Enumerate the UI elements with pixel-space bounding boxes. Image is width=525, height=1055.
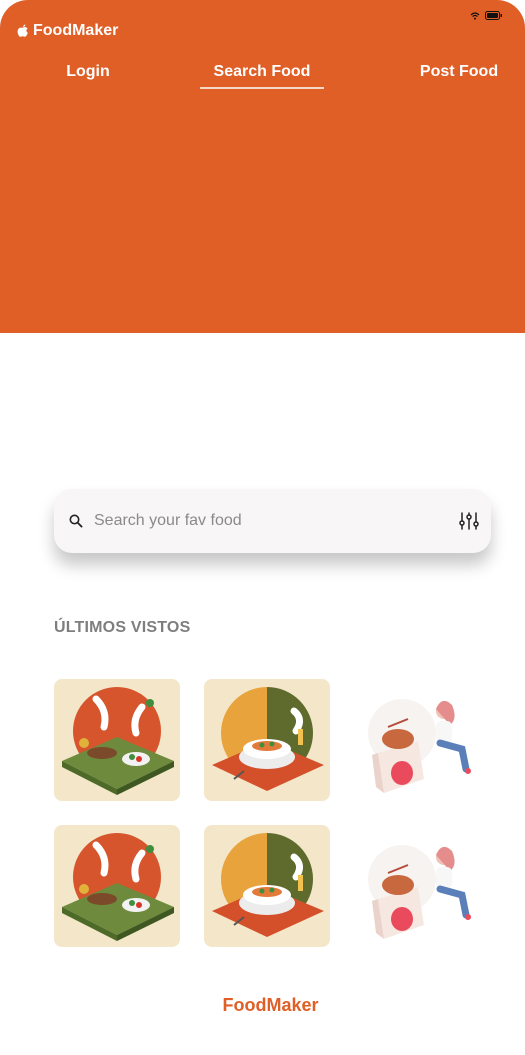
recent-item-cooking-salad[interactable] xyxy=(54,679,180,801)
noodle-girl-illustration-icon xyxy=(368,699,471,793)
search-bar xyxy=(54,489,491,553)
apple-logo-icon xyxy=(17,24,28,37)
cooking-salad-illustration-icon xyxy=(62,687,174,795)
plated-meal-illustration-icon xyxy=(212,833,324,937)
status-bar xyxy=(470,11,503,20)
filter-sliders-icon[interactable] xyxy=(459,512,479,530)
search-icon xyxy=(69,514,83,528)
app-brand: FoodMaker xyxy=(17,22,118,40)
wifi-icon xyxy=(470,11,480,20)
recently-viewed-title: ÚLTIMOS VISTOS xyxy=(54,619,191,636)
nav-tab-post-food[interactable]: Post Food xyxy=(413,63,505,81)
nav-tab-login[interactable]: Login xyxy=(55,63,121,81)
plated-meal-illustration-icon xyxy=(212,687,324,791)
recent-item-plated-meal[interactable] xyxy=(204,679,330,801)
header-banner: FoodMaker Login Search Food Post Food xyxy=(0,0,525,333)
nav-tab-search-food[interactable]: Search Food xyxy=(200,63,324,89)
top-nav: Login Search Food Post Food xyxy=(0,63,525,93)
app-title: FoodMaker xyxy=(33,22,119,39)
footer-brand: FoodMaker xyxy=(222,995,319,1015)
battery-icon xyxy=(485,11,502,20)
search-input[interactable] xyxy=(94,507,444,535)
noodle-girl-illustration-icon xyxy=(368,845,471,939)
recent-item-noodle-girl[interactable] xyxy=(354,825,480,947)
recent-item-plated-meal[interactable] xyxy=(204,825,330,947)
cooking-salad-illustration-icon xyxy=(62,833,174,941)
recent-item-noodle-girl[interactable] xyxy=(354,679,480,801)
recent-item-cooking-salad[interactable] xyxy=(54,825,180,947)
